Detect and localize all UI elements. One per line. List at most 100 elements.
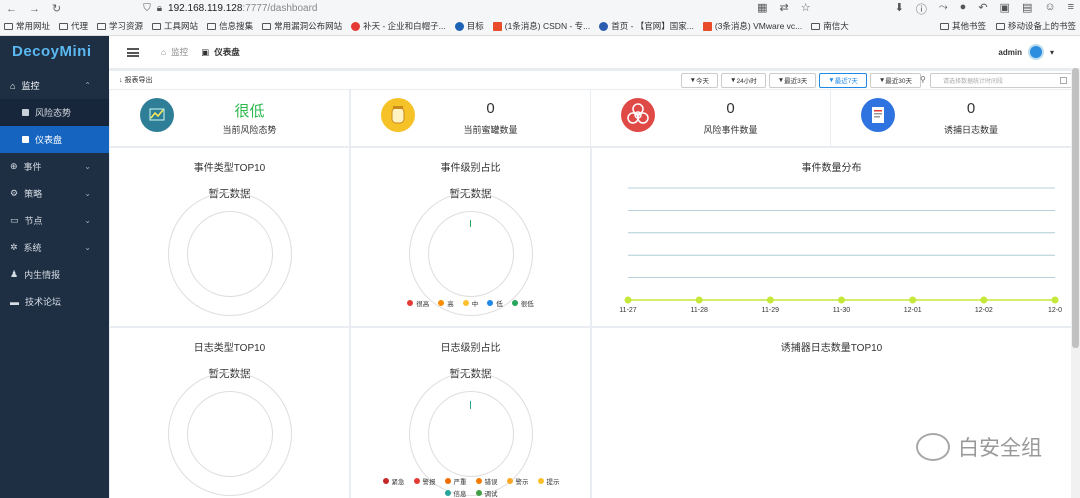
bookmark-label: 移动设备上的书签	[1007, 21, 1076, 31]
legend-item[interactable]: 调试	[475, 488, 498, 498]
sidebar-item-system[interactable]: ✲ 系统 ⌄	[0, 234, 109, 261]
legend-label: 低	[496, 301, 503, 308]
bookmark-item[interactable]: (3条消息) VMware vc...	[702, 20, 802, 32]
legend-label: 错误	[484, 479, 498, 486]
extension2-icon[interactable]: ▣	[1000, 1, 1010, 17]
filter-30d-button[interactable]: ▼ 最近30天	[869, 72, 921, 88]
info-icon[interactable]: ⓘ	[916, 1, 927, 17]
data-point[interactable]	[766, 296, 774, 304]
sidebar-item-nodes[interactable]: ▭ 节点 ⌄	[0, 207, 109, 234]
log-level-legend: 紧急 警报 严重 错误 警示 提示信息 调试	[381, 476, 561, 498]
sidebar-item-dashboard[interactable]: 仪表盘	[0, 126, 109, 153]
forum-icon: ▬	[10, 296, 19, 307]
profile-icon[interactable]: ☺	[1044, 1, 1055, 17]
bookmark-label: 常用网址	[16, 21, 51, 31]
legend-item[interactable]: 警报	[413, 476, 436, 486]
folder-icon	[207, 22, 217, 30]
caret-down-icon: ▾	[1049, 47, 1054, 57]
donut-inner-ring	[428, 211, 514, 297]
bookmark-item[interactable]: (1条消息) CSDN - 专...	[492, 20, 590, 32]
legend-item[interactable]: 信息	[444, 488, 467, 498]
data-point[interactable]	[1051, 296, 1059, 304]
legend-dot	[407, 300, 414, 306]
legend-dot	[444, 490, 451, 496]
donut-marker	[470, 401, 471, 409]
sidebar-item-monitor[interactable]: ⌂ 监控 ⌃	[0, 72, 109, 99]
legend-item[interactable]: 严重	[444, 476, 467, 486]
data-point[interactable]	[695, 296, 703, 304]
bookmark-item[interactable]: 目标	[454, 20, 484, 32]
data-point[interactable]	[909, 296, 917, 304]
bookmark-item[interactable]: 工具网站	[152, 20, 198, 32]
app-logo[interactable]: DecoyMini	[0, 36, 109, 66]
bookmark-label: 南信大	[823, 21, 849, 31]
donut-inner-ring	[187, 391, 273, 477]
data-point[interactable]	[838, 296, 845, 304]
filter-7d-button[interactable]: ▼ 最近7天	[819, 72, 867, 88]
event-level-legend: 很高 高 中 低 很低	[351, 298, 590, 308]
forward-icon[interactable]: →	[29, 3, 40, 15]
bookmark-item[interactable]: 信息搜集	[207, 20, 253, 32]
menu-icon[interactable]: ≡	[1068, 1, 1074, 17]
data-point[interactable]	[980, 296, 988, 304]
sidebar-item-forum[interactable]: ▬ 技术论坛	[0, 288, 109, 315]
legend-label: 信息	[453, 491, 467, 498]
legend-item[interactable]: 高	[438, 298, 454, 308]
scrollbar-thumb[interactable]	[1072, 68, 1079, 348]
bookmark-item[interactable]: 其他书签	[939, 20, 986, 32]
undo-icon[interactable]: ↶	[978, 1, 987, 17]
bookmark-label: 信息搜集	[219, 21, 254, 31]
translate-icon[interactable]: ⇄	[780, 1, 789, 17]
bookmark-item[interactable]: 代理	[59, 20, 88, 32]
legend-item[interactable]: 低	[487, 298, 503, 308]
stat-value: 0	[726, 100, 735, 117]
date-range-input[interactable]: 请选择数据统计时间段	[920, 72, 1072, 88]
filter-3d-button[interactable]: ▼ 最近3天	[768, 72, 817, 88]
panel-event-count-distribution: 事件数量分布 11-27 11-28 11-29 11-30 12-01 12-02 12-…	[592, 148, 1071, 326]
data-point[interactable]	[624, 296, 632, 304]
calendar-icon[interactable]	[1060, 76, 1067, 84]
legend-item[interactable]: 提示	[537, 476, 560, 486]
download-icon[interactable]: ⬇	[895, 1, 904, 17]
legend-label: 调试	[484, 491, 498, 498]
sidebar-item-label: 仪表盘	[35, 135, 63, 145]
hamburger-menu-icon[interactable]	[127, 47, 139, 57]
sidebar-item-risk-situation[interactable]: 风险态势	[0, 99, 109, 126]
legend-item[interactable]: 警示	[506, 476, 529, 486]
filter-24h-button[interactable]: ▼ 24小时	[721, 72, 766, 88]
filter-today-button[interactable]: ▼ 今天	[680, 72, 719, 88]
bookmark-item[interactable]: 首页 - 【官网】国家...	[599, 20, 694, 32]
qr-icon[interactable]: ▦	[757, 1, 767, 17]
legend-dot	[413, 478, 420, 484]
legend-item[interactable]: 错误	[475, 476, 498, 486]
legend-item[interactable]: 紧急	[382, 476, 405, 486]
legend-item[interactable]: 很低	[511, 298, 534, 308]
page-scrollbar[interactable]	[1071, 68, 1080, 498]
translate2-icon[interactable]: ▤	[1022, 1, 1032, 17]
bookmark-item[interactable]: 常用漏洞公布网站	[262, 20, 342, 32]
legend-item[interactable]: 很高	[407, 298, 429, 308]
legend-dot	[444, 478, 451, 484]
circle-icon[interactable]: ●	[960, 1, 967, 17]
bookmark-item[interactable]: 常用网址	[4, 20, 50, 32]
sidebar-item-policy[interactable]: ⚙ 策略 ⌄	[0, 180, 109, 207]
back-icon[interactable]: ←	[6, 3, 17, 15]
legend-item[interactable]: 中	[462, 298, 478, 308]
bookmark-item[interactable]: 南信大	[811, 20, 849, 32]
star-icon[interactable]: ☆	[801, 1, 811, 17]
breadcrumb-root[interactable]: 监控	[171, 46, 188, 58]
sidebar-item-intel[interactable]: ♟ 内生情报	[0, 261, 109, 288]
export-report-button[interactable]: ↓ 报表导出	[119, 75, 152, 85]
bookmark-item[interactable]: 学习资源	[97, 20, 143, 32]
extension-icon[interactable]: ⤳	[939, 1, 948, 17]
legend-dot	[382, 478, 389, 484]
sidebar-item-events[interactable]: ⊕ 事件 ⌄	[0, 153, 109, 180]
bookmark-item[interactable]: 补天 - 企业和白帽子...	[351, 20, 446, 32]
bookmark-item[interactable]: 移动设备上的书签	[995, 20, 1076, 32]
address-bar[interactable]: ⛉ 🔒︎ 192.168.119.128:7777/dashboard	[143, 3, 317, 14]
legend-dot	[511, 300, 518, 306]
reload-icon[interactable]: ↻	[52, 2, 61, 15]
sidebar-item-label: 事件	[23, 162, 42, 172]
time-filter-group: ▼今天 ▼24小时 ▼最近3天 ▼最近7天 ▼最近30天 请选择数据统计时间段	[680, 72, 1080, 88]
user-menu[interactable]: admin ▾	[998, 44, 1054, 60]
